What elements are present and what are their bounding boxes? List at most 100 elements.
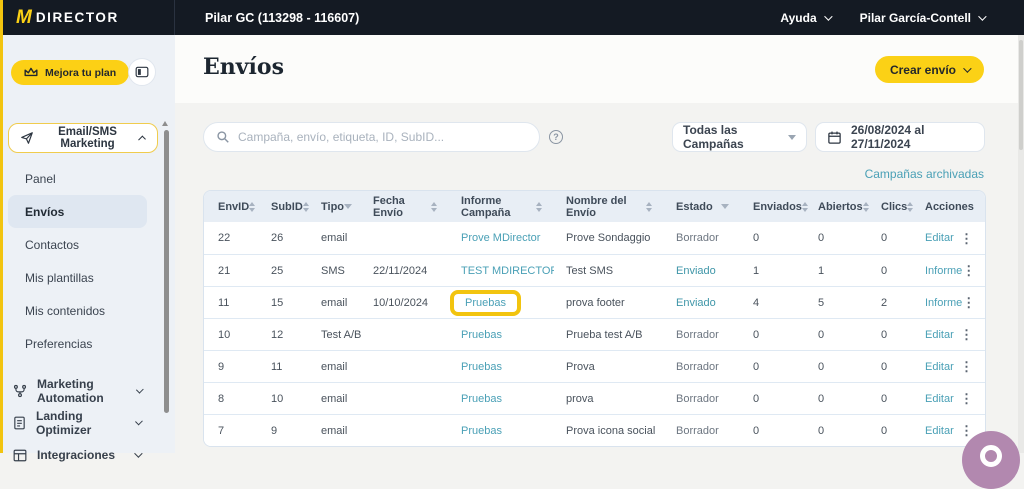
column-header-envid[interactable]: EnvID (204, 191, 259, 222)
campaign-report-link[interactable]: Pruebas (461, 361, 502, 373)
campaign-report-link[interactable]: Pruebas (461, 329, 502, 341)
column-header-tipo[interactable]: Tipo (309, 191, 361, 222)
row-menu-icon[interactable]: ⋮ (960, 424, 973, 437)
page-scrollbar[interactable] (1018, 35, 1024, 453)
cell-tipo: Test A/B (309, 319, 361, 350)
cell-enviados: 0 (741, 351, 806, 382)
cell-fecha-envio (361, 415, 449, 446)
cell-fecha-envio (361, 351, 449, 382)
column-header-enviados[interactable]: Enviados (741, 191, 806, 222)
filter-caret-icon[interactable] (721, 204, 729, 209)
campaign-report-link[interactable]: Prove MDirector (461, 232, 540, 244)
filter-caret-icon[interactable] (344, 204, 352, 209)
sidebar-item-preferencias[interactable]: Preferencias (0, 327, 175, 360)
row-menu-icon[interactable]: ⋮ (960, 328, 973, 341)
cell-fecha-envio: 22/11/2024 (361, 255, 449, 286)
column-label: Clics (881, 201, 907, 213)
sidebar-section-landing-optimizer[interactable]: Landing Optimizer (0, 407, 175, 439)
sidebar-collapse-button[interactable] (128, 58, 156, 86)
archived-campaigns-link[interactable]: Campañas archivadas (865, 167, 984, 181)
cell-estado: Borrador (664, 351, 741, 382)
column-label: Estado (676, 201, 713, 213)
row-action-link[interactable]: Informe (925, 265, 962, 277)
sort-icon[interactable] (249, 202, 255, 212)
upgrade-plan-button[interactable]: Mejora tu plan (11, 60, 129, 85)
row-menu-icon[interactable]: ⋮ (962, 264, 975, 277)
row-menu-icon[interactable]: ⋮ (962, 296, 975, 309)
search-input[interactable] (238, 130, 527, 144)
search-box[interactable] (203, 122, 540, 152)
cell-abiertos: 5 (806, 287, 869, 318)
cell-abiertos: 0 (806, 415, 869, 446)
cell-abiertos: 0 (806, 222, 869, 254)
column-header-subid[interactable]: SubID (259, 191, 309, 222)
campaign-report-link[interactable]: Pruebas (465, 297, 506, 309)
chevron-down-icon (135, 418, 143, 426)
campaign-report-link[interactable]: Pruebas (461, 393, 502, 405)
sort-icon[interactable] (646, 202, 652, 212)
cell-abiertos: 0 (806, 383, 869, 414)
sidebar-item-envios[interactable]: Envíos (8, 195, 147, 228)
column-header-informe-campa-a[interactable]: Informe Campaña (449, 191, 554, 222)
sort-icon[interactable] (303, 202, 309, 212)
sort-icon[interactable] (863, 202, 869, 212)
annotation-highlight-box: Pruebas (461, 425, 502, 437)
row-action-link[interactable]: Informe (925, 297, 962, 309)
row-menu-icon[interactable]: ⋮ (960, 392, 973, 405)
create-envio-label: Crear envío (890, 63, 956, 77)
cell-clics: 2 (869, 287, 913, 318)
annotation-highlight-box: Pruebas (461, 329, 502, 341)
sort-icon[interactable] (536, 202, 542, 212)
sidebar-scrollbar[interactable] (164, 130, 169, 413)
landing-page-icon (13, 416, 26, 430)
brand-logo[interactable]: M DIRECTOR (0, 0, 175, 35)
chevron-down-icon (135, 386, 142, 393)
row-action-link[interactable]: Editar (925, 329, 954, 341)
cell-enviados: 0 (741, 415, 806, 446)
date-range-picker[interactable]: 26/08/2024 al 27/11/2024 (815, 122, 985, 152)
sidebar-section-marketing-automation[interactable]: Marketing Automation (0, 375, 175, 407)
column-header-estado[interactable]: Estado (664, 191, 741, 222)
sidebar-section-email-sms-marketing[interactable]: Email/SMS Marketing (8, 123, 158, 153)
sidebar-item-mis-plantillas[interactable]: Mis plantillas (0, 261, 175, 294)
annotation-highlight-box: Pruebas (461, 393, 502, 405)
cell-subid: 11 (259, 351, 309, 382)
page-scrollbar-thumb[interactable] (1019, 40, 1023, 150)
chat-widget-button[interactable] (962, 431, 1020, 489)
column-label: Informe Campaña (461, 195, 536, 219)
sidebar-item-contactos[interactable]: Contactos (0, 228, 175, 261)
row-menu-icon[interactable]: ⋮ (960, 360, 973, 373)
cell-nombre-envio: Prove Sondaggio (554, 222, 664, 254)
row-action-link[interactable]: Editar (925, 393, 954, 405)
row-action-link[interactable]: Editar (925, 361, 954, 373)
user-menu[interactable]: Pilar García-Contell (860, 11, 984, 25)
help-menu[interactable]: Ayuda (780, 11, 829, 25)
search-help-icon[interactable]: ? (549, 130, 563, 144)
column-header-nombre-del-env-o[interactable]: Nombre del Envío (554, 191, 664, 222)
sidebar-scrollbar-arrow[interactable] (162, 121, 168, 126)
sort-icon[interactable] (431, 202, 437, 212)
cell-envid: 10 (204, 319, 259, 350)
sidebar-item-panel[interactable]: Panel (0, 162, 175, 195)
cell-envid: 11 (204, 287, 259, 318)
row-action-link[interactable]: Editar (925, 232, 954, 244)
campaign-report-link[interactable]: Pruebas (461, 425, 502, 437)
row-menu-icon[interactable]: ⋮ (960, 232, 973, 245)
cell-informe-campana: Pruebas (449, 351, 554, 382)
campaign-filter-dropdown[interactable]: Todas las Campañas (672, 122, 807, 152)
column-header-clics[interactable]: Clics (869, 191, 913, 222)
cell-acciones: Informe ⋮ (913, 255, 986, 286)
column-header-fecha-env-o[interactable]: Fecha Envío (361, 191, 449, 222)
section-label: Integraciones (37, 448, 115, 462)
create-envio-button[interactable]: Crear envío (875, 56, 984, 83)
cell-tipo: email (309, 383, 361, 414)
upgrade-plan-label: Mejora tu plan (45, 67, 116, 79)
cell-fecha-envio (361, 222, 449, 254)
row-action-link[interactable]: Editar (925, 425, 954, 437)
cell-estado: Borrador (664, 383, 741, 414)
column-header-abiertos[interactable]: Abiertos (806, 191, 869, 222)
cell-enviados: 0 (741, 383, 806, 414)
sidebar-section-integraciones[interactable]: Integraciones (0, 439, 175, 471)
sidebar-item-mis-contenidos[interactable]: Mis contenidos (0, 294, 175, 327)
campaign-report-link[interactable]: TEST MDIRECTOR (461, 265, 554, 277)
